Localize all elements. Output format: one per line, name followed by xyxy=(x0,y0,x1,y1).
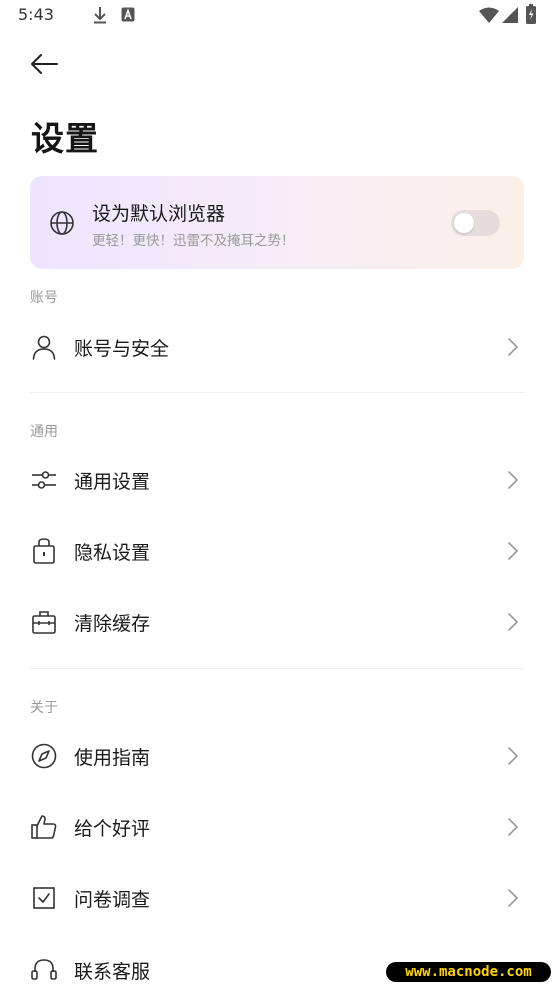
chevron-right-icon xyxy=(506,746,520,766)
settings-item-clear-cache[interactable]: 清除缓存 xyxy=(0,594,554,650)
battery-icon xyxy=(526,4,536,28)
settings-item-general-settings[interactable]: 通用设置 xyxy=(0,452,554,508)
settings-item-survey[interactable]: 问卷调查 xyxy=(0,870,554,926)
settings-item-rate-us[interactable]: 给个好评 xyxy=(0,799,554,855)
settings-item-account-security[interactable]: 账号与安全 xyxy=(0,319,554,375)
settings-item-label: 清除缓存 xyxy=(74,613,151,635)
section-label-account: 账号 xyxy=(30,290,58,306)
settings-item-label: 使用指南 xyxy=(74,747,151,769)
section-divider xyxy=(30,668,524,669)
chevron-right-icon xyxy=(506,612,520,632)
settings-item-privacy-settings[interactable]: 隐私设置 xyxy=(0,523,554,579)
compass-icon xyxy=(30,742,58,770)
banner-title: 设为默认浏览器 xyxy=(92,203,226,225)
default-browser-toggle[interactable] xyxy=(451,210,500,236)
watermark: www.macnode.com xyxy=(386,962,551,982)
settings-item-label: 账号与安全 xyxy=(74,338,170,360)
banner-subtitle: 更轻！更快！迅雷不及掩耳之势！ xyxy=(92,233,295,249)
settings-item-label: 问卷调查 xyxy=(74,889,151,911)
settings-item-label: 给个好评 xyxy=(74,818,151,840)
toggle-knob xyxy=(454,213,474,233)
back-button[interactable] xyxy=(26,46,62,82)
download-icon xyxy=(92,6,108,28)
chevron-right-icon xyxy=(506,888,520,908)
a-badge-icon xyxy=(121,7,135,26)
headset-icon xyxy=(30,956,58,984)
chevron-right-icon xyxy=(506,337,520,357)
thumbs-up-icon xyxy=(30,813,58,841)
section-divider xyxy=(30,392,524,393)
section-label-general: 通用 xyxy=(30,424,58,440)
signal-icon xyxy=(502,7,518,27)
default-browser-banner: 设为默认浏览器 更轻！更快！迅雷不及掩耳之势！ xyxy=(30,176,524,269)
arrow-left-icon xyxy=(31,54,58,74)
page-title: 设置 xyxy=(31,119,99,158)
settings-item-user-guide[interactable]: 使用指南 xyxy=(0,728,554,784)
globe-icon xyxy=(49,210,75,240)
checkbox-icon xyxy=(30,884,58,912)
status-bar: 5:43 xyxy=(0,0,554,30)
chevron-right-icon xyxy=(506,541,520,561)
status-time: 5:43 xyxy=(18,5,54,24)
settings-item-label: 通用设置 xyxy=(74,471,151,493)
chevron-right-icon xyxy=(506,470,520,490)
briefcase-icon xyxy=(30,608,58,636)
settings-item-label: 隐私设置 xyxy=(74,542,151,564)
settings-item-label: 联系客服 xyxy=(74,961,151,983)
chevron-right-icon xyxy=(506,817,520,837)
user-icon xyxy=(30,333,58,361)
wifi-icon xyxy=(479,7,499,27)
section-label-about: 关于 xyxy=(30,700,58,716)
lock-bag-icon xyxy=(30,537,58,565)
sliders-icon xyxy=(30,466,58,494)
